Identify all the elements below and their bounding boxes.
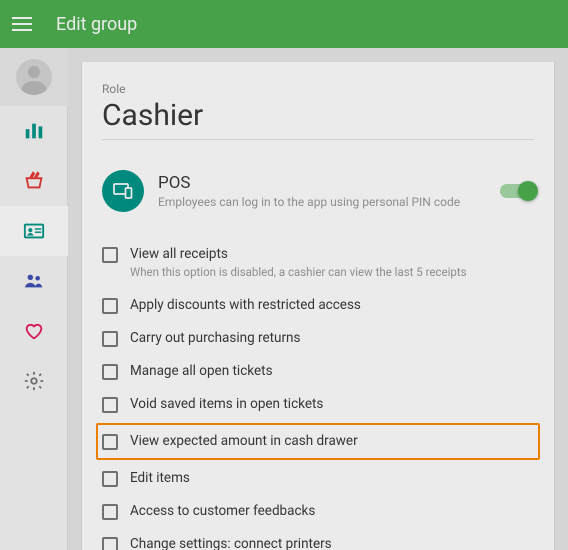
sidebar-item-id-card[interactable] [0,206,68,256]
permission-label: Manage all open tickets [130,363,534,379]
page-title: Edit group [56,14,137,35]
sidebar-item-settings[interactable] [0,356,68,406]
checkbox[interactable] [102,397,118,413]
id-card-icon [23,220,45,242]
checkbox[interactable] [102,434,118,450]
people-icon [23,270,45,292]
permission-row[interactable]: Change settings: connect printers [102,528,534,550]
permissions-list: View all receipts When this option is dis… [102,238,534,550]
checkbox[interactable] [102,364,118,380]
avatar [16,59,52,95]
permission-label: View expected amount in cash drawer [130,433,534,449]
divider [102,139,534,140]
permission-label: Change settings: connect printers [130,536,534,550]
topbar: Edit group [0,0,568,48]
devices-icon [111,179,135,203]
permission-row[interactable]: View expected amount in cash drawer [96,423,540,460]
permission-row[interactable]: Carry out purchasing returns [102,322,534,355]
gear-icon [23,370,45,392]
checkbox[interactable] [102,504,118,520]
menu-icon[interactable] [12,12,36,36]
checkbox[interactable] [102,247,118,263]
role-value: Cashier [102,98,534,133]
toggle-knob [518,181,538,201]
main: Role Cashier POS Employees can log in to… [68,48,568,550]
sidebar-item-heart[interactable] [0,306,68,356]
permission-label: Carry out purchasing returns [130,330,534,346]
sidebar-item-stats[interactable] [0,106,68,156]
permission-row[interactable]: View all receipts When this option is dis… [102,238,534,289]
permission-sub: When this option is disabled, a cashier … [130,265,534,281]
sidebar-item-basket[interactable] [0,156,68,206]
checkbox[interactable] [102,537,118,550]
checkbox[interactable] [102,331,118,347]
section-title: POS [158,173,486,193]
heart-icon [23,320,45,342]
checkbox[interactable] [102,471,118,487]
role-card: Role Cashier POS Employees can log in to… [82,62,554,550]
sidebar-item-people[interactable] [0,256,68,306]
section-pos: POS Employees can log in to the app usin… [102,170,534,212]
basket-icon [23,170,45,192]
section-subtitle: Employees can log in to the app using pe… [158,195,486,209]
sidebar [0,48,68,550]
permission-label: Edit items [130,470,534,486]
permission-label: Apply discounts with restricted access [130,297,534,313]
permission-label: Void saved items in open tickets [130,396,534,412]
avatar-wrap[interactable] [0,48,68,106]
permission-label: Access to customer feedbacks [130,503,534,519]
pos-icon [102,170,144,212]
role-label: Role [102,82,534,96]
permission-row[interactable]: Access to customer feedbacks [102,495,534,528]
pos-toggle[interactable] [500,184,534,198]
permission-row[interactable]: Apply discounts with restricted access [102,289,534,322]
permission-label: View all receipts [130,246,534,262]
checkbox[interactable] [102,298,118,314]
permission-row[interactable]: Manage all open tickets [102,355,534,388]
stats-icon [23,120,45,142]
permission-row[interactable]: Edit items [102,462,534,495]
permission-row[interactable]: Void saved items in open tickets [102,388,534,421]
